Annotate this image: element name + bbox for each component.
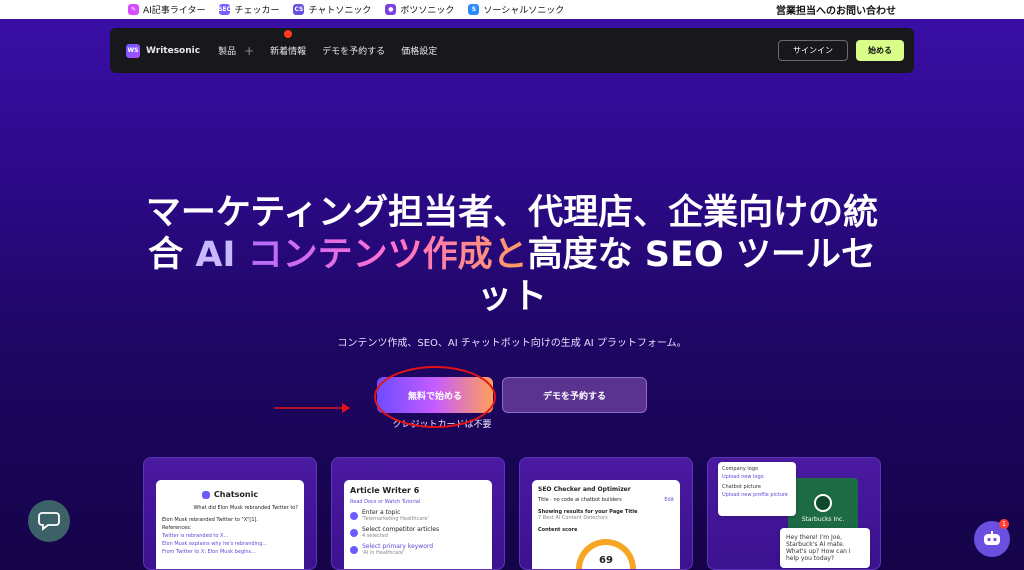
step-sub: 'AI in Healthcare' [362, 550, 405, 556]
link-article-writer[interactable]: ✎ AI記事ライター [128, 3, 205, 16]
socialsonic-icon: S [468, 4, 480, 15]
refs-label: References: [162, 525, 192, 531]
ref-link[interactable]: Elon Musk explains why he's rebranding..… [162, 541, 298, 547]
robot-glyph-icon [984, 531, 1000, 545]
nav-label: 製品 [218, 47, 237, 57]
link-label: AI記事ライター [143, 6, 206, 16]
link-label: ソーシャルソニック [483, 6, 565, 16]
writesonic-logo[interactable]: WS Writesonic [126, 43, 201, 58]
link-label: チェッカー [234, 6, 280, 16]
chatsonic-icon: CS [293, 4, 305, 15]
get-started-button[interactable]: 始める [856, 40, 904, 61]
docs-link[interactable]: Read Docs or Watch Tutorial [350, 499, 486, 505]
results-sub: 7 Best AI Content Detectors [538, 515, 608, 521]
logo-mark-icon: WS [126, 43, 140, 58]
plus-icon: + [244, 43, 255, 58]
brand-name: Starbucks Inc. [801, 516, 845, 523]
company-logo-label: Company logo [722, 466, 759, 472]
logo-text: Writesonic [146, 45, 201, 56]
chat-answer: Elon Musk rebranded Twitter to "X"[1]. [162, 517, 259, 523]
check-icon [350, 545, 358, 554]
chatbot-picture-label: Chatbot picture [722, 484, 761, 490]
card-screenshot: Article Writer 6 Read Docs or Watch Tuto… [344, 480, 492, 569]
chatsonic-preview-card[interactable]: Chatsonic What did Elon Musk rebranded T… [143, 457, 317, 570]
nav-item-products[interactable]: 製品 + [218, 44, 254, 58]
article-writer-icon: ✎ [128, 4, 139, 15]
signin-button[interactable]: サインイン [778, 40, 848, 61]
card-title: SEO Checker and Optimizer [538, 486, 631, 493]
chatsonic-icon [201, 490, 210, 499]
check-icon [350, 528, 358, 537]
book-demo-button[interactable]: デモを予約する [502, 377, 647, 413]
nav-item-book-demo[interactable]: デモを予約する [322, 44, 385, 57]
botsonic-preview-card[interactable]: Starbucks Inc. Company logo Upload new l… [707, 457, 881, 570]
seo-icon: SEO [218, 4, 232, 15]
nav-label: デモを予約する [322, 47, 386, 57]
step-sub: 4 selected [362, 533, 388, 539]
hero-subheadline: コンテンツ作成、SEO、AI チャットボット向けの生成 AI プラットフォーム。 [337, 338, 687, 349]
check-icon [350, 511, 358, 520]
ref-link[interactable]: From Twitter to X: Elon Musk begins... [162, 549, 298, 555]
card-title: Article Writer 6 [350, 486, 420, 495]
upload-logo-link[interactable]: Upload new logo [722, 474, 792, 480]
upload-picture-link[interactable]: Upload new profile picture [722, 492, 792, 498]
annotation-arrow-icon [274, 403, 350, 413]
chat-glyph-icon [38, 512, 60, 531]
chat-bubble-icon[interactable] [28, 500, 70, 542]
product-links: ✎ AI記事ライター SEO チェッカー CS チャトソニック ● ボツソニック… [128, 3, 564, 16]
card-screenshot: SEO Checker and Optimizer Title · no cod… [532, 480, 680, 569]
headline-gradient-text: コンテンツ作成と [247, 235, 528, 275]
link-socialsonic[interactable]: S ソーシャルソニック [468, 3, 564, 16]
nav-item-whats-new[interactable]: 新着情報 [270, 30, 307, 57]
headline-ai: AI [195, 235, 248, 275]
step-label: Enter a topic [362, 509, 401, 516]
article-writer-preview-card[interactable]: Article Writer 6 Read Docs or Watch Tuto… [331, 457, 505, 570]
score-label: Content score [538, 527, 578, 533]
seo-meta: Title · no code ai chatbot builders [538, 497, 622, 503]
card-screenshot: Chatsonic What did Elon Musk rebranded T… [156, 480, 304, 569]
notification-badge: 1 [999, 519, 1009, 529]
nav-item-pricing[interactable]: 価格設定 [401, 44, 437, 57]
score-value: 69 [599, 555, 613, 566]
headline-text-end: 高度な SEO ツールセット [476, 235, 876, 317]
link-label: チャトソニック [308, 6, 372, 16]
botsonic-icon: ● [385, 4, 397, 15]
brand-logo-icon [814, 494, 832, 512]
chat-question: What did Elon Musk rebranded Twitter to? [193, 505, 298, 511]
edit-link[interactable]: Edit [664, 497, 674, 503]
notification-dot [284, 30, 293, 38]
step-label: Select primary keyword [362, 543, 434, 550]
hero-headline: マーケティング担当者、代理店、企業向けの統合 AI コンテンツ作成と高度な SE… [140, 192, 884, 318]
annotation-circle [374, 366, 496, 428]
top-announcement-bar: ✎ AI記事ライター SEO チェッカー CS チャトソニック ● ボツソニック… [0, 0, 1024, 19]
settings-popover: Company logo Upload new logo Chatbot pic… [718, 462, 796, 516]
contact-sales-link[interactable]: 営業担当へのお問い合わせ [776, 2, 896, 17]
link-chatsonic[interactable]: CS チャトソニック [293, 3, 371, 16]
step-label: Select competitor articles [362, 526, 440, 533]
ref-link[interactable]: Twitter is rebranded to X... [162, 533, 298, 539]
link-botsonic[interactable]: ● ボツソニック [385, 3, 454, 16]
bot-greeting-bubble: Hey there! I'm Joe, Starbuck's AI mate. … [780, 528, 870, 568]
link-seo-checker[interactable]: SEO チェッカー [218, 3, 280, 16]
step-sub: 'Telemarketing Healthcare' [362, 516, 429, 522]
nav-label: 新着情報 [270, 47, 307, 57]
greeting-text: Hey there! I'm Joe, Starbuck's AI mate. … [786, 534, 851, 562]
seo-checker-preview-card[interactable]: SEO Checker and Optimizer Title · no cod… [519, 457, 693, 570]
link-label: ボツソニック [400, 6, 455, 16]
card-title: Chatsonic [213, 490, 259, 499]
nav-label: 価格設定 [401, 47, 438, 57]
main-navigation: WS Writesonic 製品 + 新着情報 デモを予約する 価格設定 サイン… [110, 28, 914, 73]
